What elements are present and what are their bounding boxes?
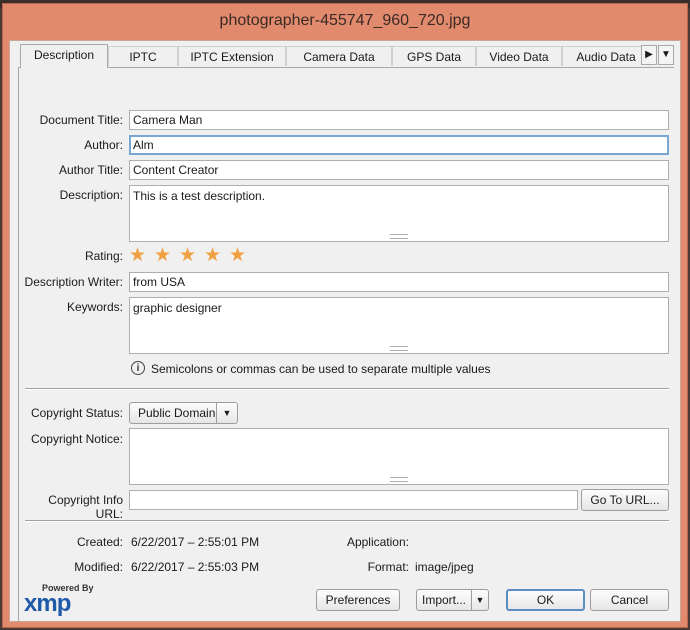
tab-audio-data[interactable]: Audio Data [562, 46, 650, 66]
keywords-label: Keywords: [66, 300, 123, 314]
keywords-text: graphic designer [133, 301, 222, 315]
ok-button[interactable]: OK [506, 589, 585, 611]
description-text: This is a test description. [133, 189, 266, 203]
rating-stars: ★ ★ ★ ★ ★ [129, 246, 254, 267]
dialog-client-area: Description IPTC IPTC Extension Camera D… [9, 40, 681, 622]
tab-iptc[interactable]: IPTC [108, 46, 178, 66]
copyright-status-value: Public Domain [138, 406, 216, 420]
modified-label: Modified: [74, 560, 123, 574]
xmp-logo-text: xmp [24, 590, 71, 617]
description-textarea[interactable]: This is a test description. [129, 185, 669, 242]
copyright-notice-textarea[interactable] [129, 428, 669, 485]
document-title-label: Document Title: [39, 113, 123, 127]
preferences-button[interactable]: Preferences [316, 589, 400, 611]
resize-grip-icon[interactable] [390, 234, 408, 239]
keywords-hint: Semicolons or commas can be used to sepa… [151, 362, 491, 376]
info-icon: i [131, 361, 145, 375]
tab-iptc-extension[interactable]: IPTC Extension [178, 46, 286, 66]
author-field[interactable]: Alm [129, 135, 669, 155]
rating-label: Rating: [84, 249, 123, 263]
author-label: Author: [84, 138, 123, 152]
star-icon[interactable]: ★ [204, 246, 221, 265]
go-to-url-button[interactable]: Go To URL... [581, 489, 669, 511]
chevron-down-icon[interactable]: ▼ [471, 590, 488, 610]
tab-video-data[interactable]: Video Data [476, 46, 562, 66]
section-divider [25, 388, 669, 390]
resize-grip-icon[interactable] [390, 477, 408, 482]
star-icon[interactable]: ★ [179, 246, 196, 265]
description-writer-field[interactable]: from USA [129, 272, 669, 292]
copyright-info-url-field[interactable] [129, 490, 578, 510]
tab-camera-data[interactable]: Camera Data [286, 46, 392, 66]
chevron-down-icon: ▼ [216, 403, 237, 423]
keywords-textarea[interactable]: graphic designer [129, 297, 669, 354]
copyright-status-dropdown[interactable]: Public Domain ▼ [129, 402, 238, 424]
import-button-label: Import... [422, 593, 467, 607]
format-value: image/jpeg [415, 560, 474, 574]
file-info-dialog: photographer-455747_960_720.jpg Descript… [2, 3, 688, 628]
star-icon[interactable]: ★ [154, 246, 171, 265]
author-title-field[interactable]: Content Creator [129, 160, 669, 180]
copyright-status-label: Copyright Status: [30, 406, 123, 420]
document-title-field[interactable]: Camera Man [129, 110, 669, 130]
star-icon[interactable]: ★ [229, 246, 246, 265]
created-value: 6/22/2017 – 2:55:01 PM [131, 535, 260, 549]
format-label: Format: [367, 560, 409, 574]
modified-value: 6/22/2017 – 2:55:03 PM [131, 560, 260, 574]
resize-grip-icon[interactable] [390, 346, 408, 351]
application-label: Application: [346, 535, 409, 549]
created-label: Created: [76, 535, 123, 549]
tab-description[interactable]: Description [20, 44, 108, 68]
copyright-info-url-label: Copyright Info URL: [48, 493, 123, 521]
import-button[interactable]: Import... ▼ [416, 589, 489, 611]
description-writer-label: Description Writer: [24, 275, 123, 289]
xmp-logo: Powered By xmp [24, 583, 94, 617]
chevron-down-icon[interactable]: ▼ [658, 45, 674, 65]
triangle-right-icon[interactable]: ▶ [641, 45, 657, 65]
tab-bar: Description IPTC IPTC Extension Camera D… [20, 44, 650, 68]
author-title-label: Author Title: [58, 163, 123, 177]
cancel-button[interactable]: Cancel [590, 589, 669, 611]
tab-gps-data[interactable]: GPS Data [392, 46, 476, 66]
window-title: photographer-455747_960_720.jpg [219, 12, 471, 29]
copyright-notice-label: Copyright Notice: [30, 432, 123, 446]
description-label: Description: [59, 188, 123, 202]
description-panel: Document Title: Camera Man Author: Alm A… [18, 67, 674, 622]
section-divider [25, 520, 669, 522]
star-icon[interactable]: ★ [129, 246, 146, 265]
